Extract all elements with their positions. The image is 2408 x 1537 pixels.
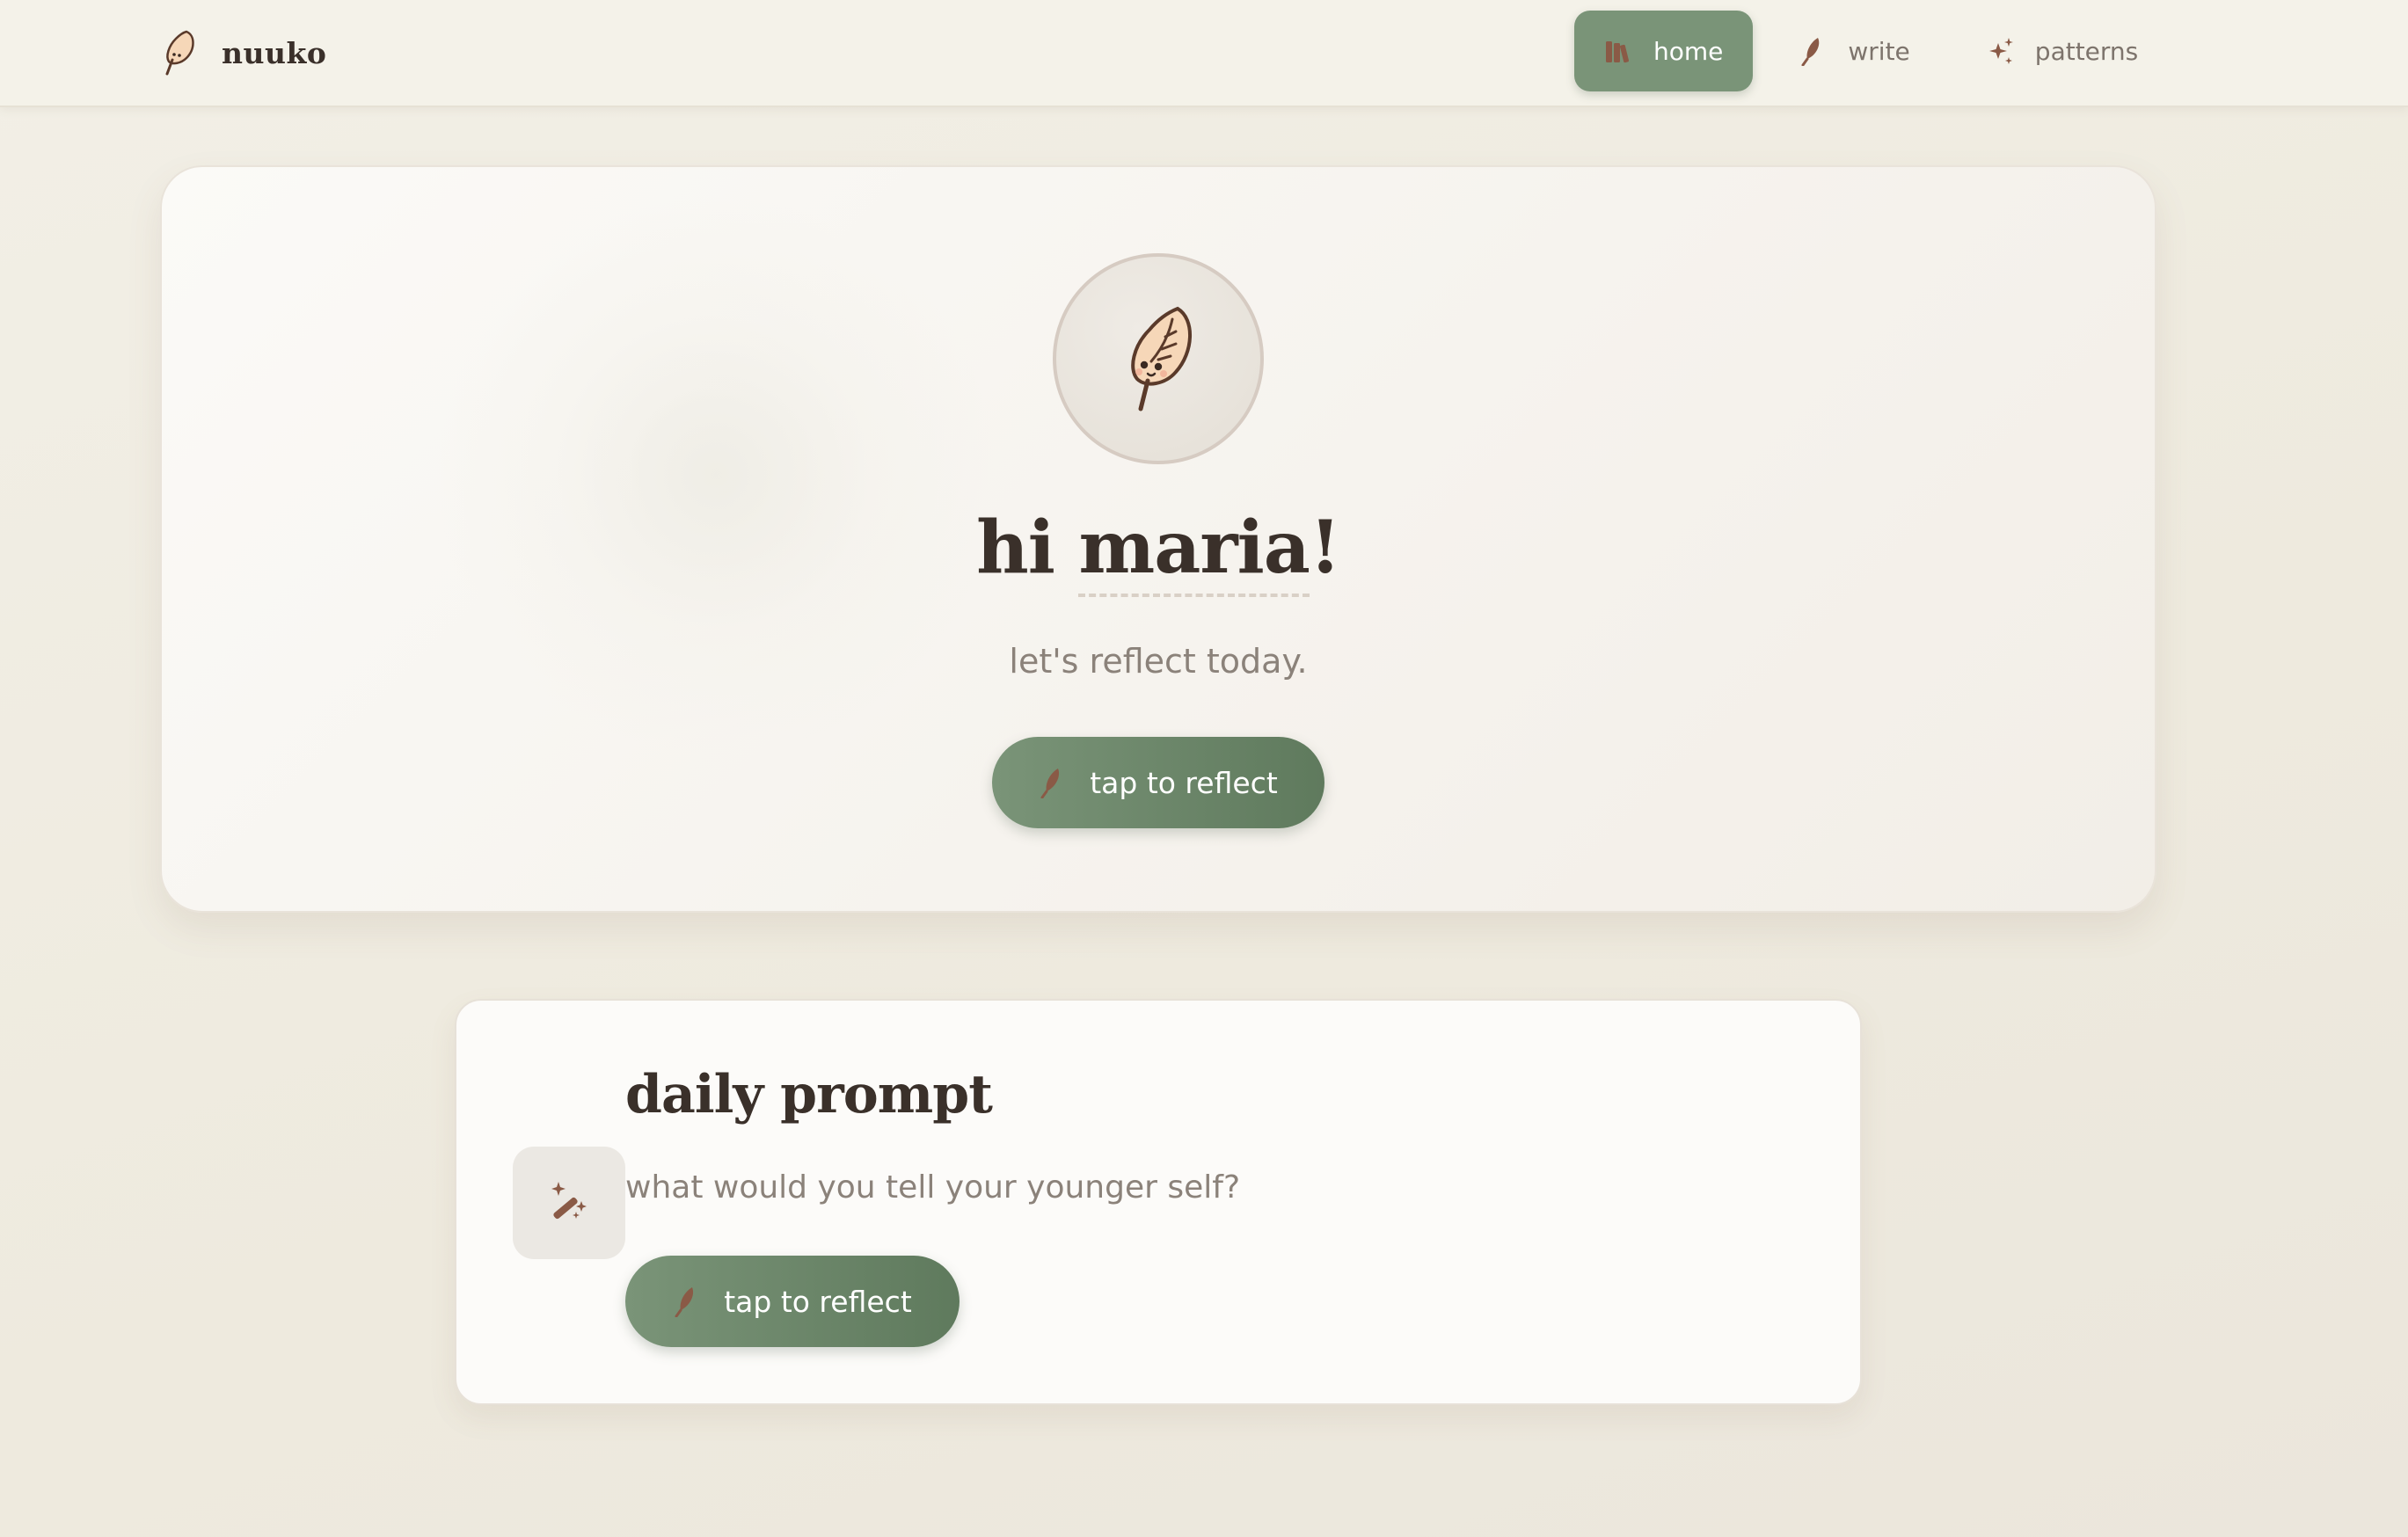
nav-label-patterns: patterns: [2034, 36, 2139, 66]
magic-wand-icon: [546, 1178, 592, 1227]
nav-label-home: home: [1653, 36, 1724, 66]
reflect-button-label: tap to reflect: [1090, 765, 1278, 800]
daily-prompt-card: daily prompt what would you tell your yo…: [455, 999, 1862, 1405]
nav-item-patterns[interactable]: patterns: [1956, 11, 2168, 91]
greeting-prefix: hi: [976, 506, 1079, 590]
greeting-subtitle: let's reflect today.: [1009, 642, 1308, 681]
sparkles-icon: [1986, 36, 2016, 66]
feather-icon: [673, 1286, 699, 1317]
reflect-button[interactable]: tap to reflect: [992, 737, 1324, 828]
top-navigation-bar: nuuko home write patterns: [0, 0, 2408, 107]
greeting-heading: hi maria!: [162, 506, 2155, 597]
feather-mascot-icon: [160, 28, 199, 77]
mascot-avatar: [1053, 253, 1264, 464]
user-name: maria: [1078, 506, 1310, 597]
prompt-reflect-button-label: tap to reflect: [724, 1284, 912, 1319]
daily-prompt-title: daily prompt: [625, 1064, 993, 1125]
books-icon: [1604, 36, 1634, 66]
brand-name: nuuko: [222, 35, 327, 70]
brand[interactable]: nuuko: [160, 18, 326, 88]
greeting-suffix: !: [1309, 506, 1341, 590]
welcome-card: hi maria! let's reflect today. tap to re…: [160, 165, 2156, 913]
prompt-reflect-button[interactable]: tap to reflect: [625, 1256, 960, 1347]
nav-item-home[interactable]: home: [1574, 11, 1754, 91]
prompt-icon-box: [513, 1147, 625, 1259]
feather-icon: [1799, 36, 1828, 66]
nav-label-write: write: [1848, 36, 1910, 66]
feather-mascot-icon: [1114, 300, 1202, 418]
feather-icon: [1039, 767, 1065, 798]
daily-prompt-question: what would you tell your younger self?: [625, 1169, 1241, 1206]
main-nav: home write patterns: [1574, 11, 2168, 91]
nav-item-write[interactable]: write: [1769, 11, 1939, 91]
